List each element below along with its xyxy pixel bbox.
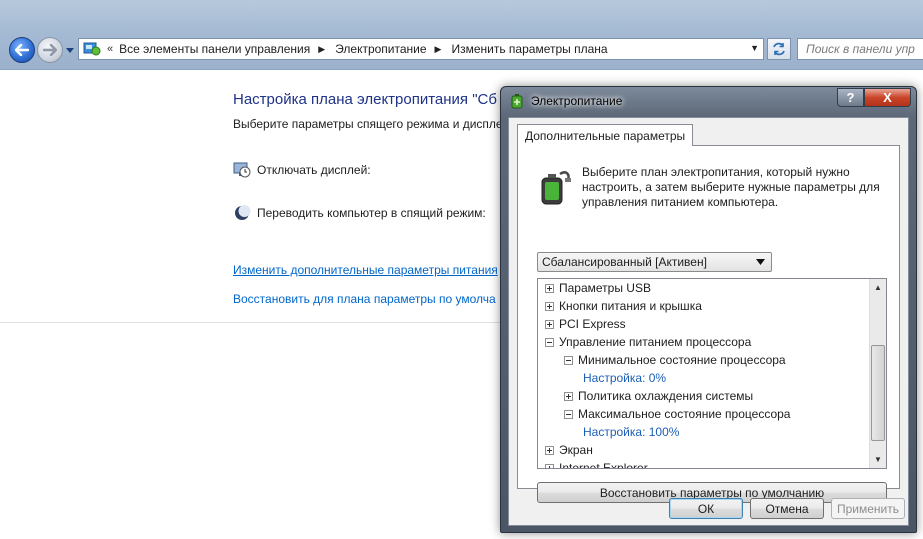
tree-value[interactable]: Настройка: 0% [583, 369, 666, 387]
close-button[interactable]: X [864, 88, 911, 107]
tree-item[interactable]: Экран [545, 441, 593, 459]
explorer-toolbar: « Все элементы панели управления ▶ Элект… [0, 0, 923, 70]
dialog-description: Выберите план электропитания, который ну… [582, 165, 880, 209]
tree-item-label: Настройка: 0% [583, 371, 667, 385]
breadcrumb-all-items[interactable]: Все элементы панели управления [119, 42, 310, 56]
monitor-clock-icon [233, 162, 251, 178]
tree-item-label: PCI Express [559, 317, 626, 331]
battery-icon [541, 171, 571, 205]
scrollbar-thumb[interactable] [871, 345, 885, 441]
tree-item[interactable]: Политика охлаждения системы [564, 387, 753, 405]
power-options-dialog: Электропитание ? X Дополнительные параме… [500, 86, 917, 533]
arrow-left-icon [15, 44, 29, 56]
sleep-label: Переводить компьютер в спящий режим: [257, 206, 486, 220]
back-button[interactable] [9, 37, 35, 63]
tree-item[interactable]: Internet Explorer [545, 459, 648, 469]
display-off-label: Отключать дисплей: [257, 163, 371, 177]
tree-item[interactable]: Параметры USB [545, 279, 651, 297]
breadcrumb-overflow[interactable]: « [107, 43, 113, 55]
refresh-button[interactable] [767, 38, 791, 60]
ok-button[interactable]: ОК [669, 498, 743, 519]
tree-item-label: Настройка: 100% [583, 425, 680, 439]
breadcrumb-separator-icon[interactable]: ▶ [435, 44, 442, 55]
tree-item-label: Максимальное состояние процессора [578, 407, 791, 421]
page-subtitle: Выберите параметры спящего режима и дисп… [233, 117, 503, 131]
display-off-setting: Отключать дисплей: [233, 161, 371, 179]
expand-plus-icon[interactable] [545, 445, 554, 455]
page-title: Настройка плана электропитания "Сб [233, 91, 497, 108]
address-bar[interactable]: « Все элементы панели управления ▶ Элект… [78, 38, 764, 60]
plan-select-value: Сбалансированный [Активен] [542, 255, 707, 269]
tree-item-label: Политика охлаждения системы [578, 389, 754, 403]
tree-item[interactable]: Минимальное состояние процессора [564, 351, 786, 369]
dialog-body: Дополнительные параметры Выберите план э… [508, 117, 909, 526]
control-panel-icon [83, 42, 101, 56]
tree-item-label: Internet Explorer [559, 461, 648, 469]
expand-plus-icon[interactable] [545, 283, 554, 293]
breadcrumb-separator-icon[interactable]: ▶ [318, 44, 325, 55]
expand-plus-icon[interactable] [545, 463, 554, 468]
chevron-down-icon[interactable]: ▼ [750, 43, 759, 53]
refresh-icon [773, 42, 785, 56]
tab-advanced-settings[interactable]: Дополнительные параметры [517, 124, 694, 146]
dialog-title: Электропитание [531, 94, 623, 108]
tree-item[interactable]: Управление питанием процессора [545, 333, 751, 351]
advanced-settings-link[interactable]: Изменить дополнительные параметры питани… [233, 263, 498, 277]
apply-button[interactable]: Применить [831, 498, 905, 519]
breadcrumb-edit-plan[interactable]: Изменить параметры плана [451, 42, 607, 56]
help-button[interactable]: ? [837, 88, 864, 107]
tree-item-label: Параметры USB [559, 281, 651, 295]
tab-panel: Выберите план электропитания, который ну… [517, 145, 900, 503]
tree-item-label: Экран [559, 443, 593, 457]
tree-item-label: Кнопки питания и крышка [559, 299, 702, 313]
plan-select[interactable]: Сбалансированный [Активен] [537, 252, 772, 272]
battery-plug-icon [511, 94, 523, 109]
moon-icon [235, 205, 251, 220]
tree-item[interactable]: Максимальное состояние процессора [564, 405, 790, 423]
expand-plus-icon[interactable] [545, 301, 554, 311]
sleep-setting: Переводить компьютер в спящий режим: [233, 204, 486, 222]
tree-item-label: Управление питанием процессора [559, 335, 752, 349]
collapse-minus-icon[interactable] [564, 355, 573, 365]
restore-defaults-link[interactable]: Восстановить для плана параметры по умол… [233, 292, 496, 306]
expand-plus-icon[interactable] [545, 319, 554, 329]
forward-button[interactable] [37, 37, 63, 63]
tree-item-label: Минимальное состояние процессора [578, 353, 786, 367]
chevron-down-icon [756, 259, 765, 265]
recent-pages-arrow-icon[interactable] [65, 45, 75, 55]
settings-tree[interactable]: Параметры USB Кнопки питания и крышка PCI … [537, 278, 887, 469]
expand-plus-icon[interactable] [564, 391, 573, 401]
cancel-button[interactable]: Отмена [750, 498, 824, 519]
breadcrumb-power-options[interactable]: Электропитание [335, 42, 426, 56]
tree-scrollbar[interactable]: ▲ ▼ [869, 279, 886, 468]
scroll-down-icon[interactable]: ▼ [870, 451, 886, 468]
scroll-up-icon[interactable]: ▲ [870, 279, 886, 296]
collapse-minus-icon[interactable] [545, 337, 554, 347]
tree-item[interactable]: Кнопки питания и крышка [545, 297, 702, 315]
collapse-minus-icon[interactable] [564, 409, 573, 419]
tree-value[interactable]: Настройка: 100% [583, 423, 679, 441]
tree-item[interactable]: PCI Express [545, 315, 626, 333]
divider [0, 322, 500, 323]
search-input[interactable]: Поиск в панели упр [797, 38, 923, 60]
arrow-right-icon [43, 44, 57, 56]
